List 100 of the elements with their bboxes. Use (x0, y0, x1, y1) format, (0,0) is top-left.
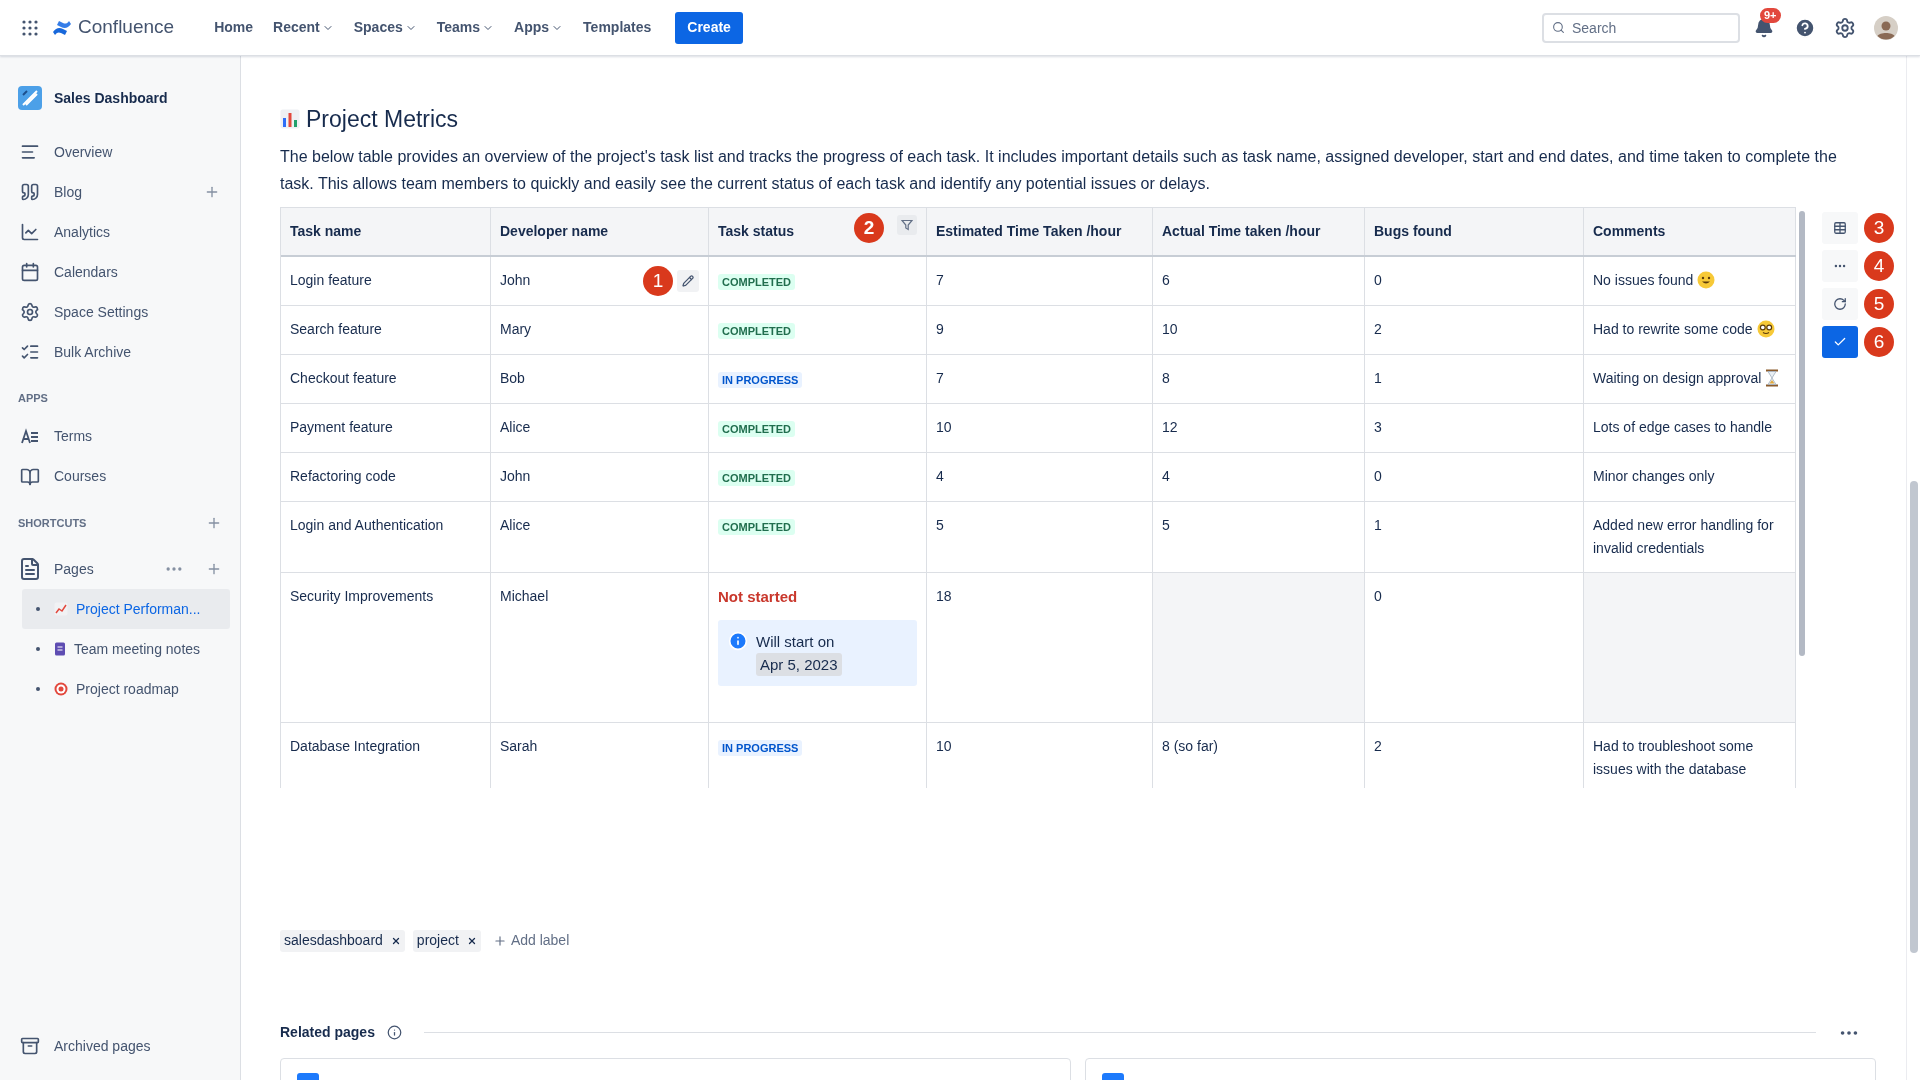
section-heading: SHORTCUTS (18, 515, 87, 531)
sidebar-item[interactable]: Overview (18, 132, 222, 172)
table-cell-text: Waiting on design approval (1593, 368, 1762, 388)
table-cell-text: 4 (1162, 466, 1170, 486)
info-icon (728, 630, 748, 651)
column-header: Estimated Time Taken /hour (927, 207, 1153, 255)
label-tag[interactable]: salesdashboard (280, 929, 405, 952)
table-cell-text: 7 (936, 270, 944, 290)
sidebar-item[interactable]: Analytics (18, 212, 222, 252)
page-tree-item[interactable]: Team meeting notes (22, 629, 230, 669)
table-cell-text: 10 (936, 736, 952, 756)
calendar-icon (20, 262, 40, 282)
table-cell-text: Login feature (290, 270, 372, 290)
filter-icon (901, 218, 913, 231)
table-icon (1833, 220, 1847, 235)
table-cell-text: Alice (500, 515, 531, 535)
nav-menu-item[interactable]: Spaces (343, 11, 427, 44)
table-cell-text: 6 (1162, 270, 1170, 290)
nav-menu-item[interactable]: Home (204, 11, 264, 44)
section-heading: APPS (18, 391, 49, 406)
table-cell-text: Login and Authentication (290, 515, 444, 535)
add-label-button[interactable]: Add label (492, 930, 570, 951)
scrollbar[interactable] (1799, 210, 1805, 656)
table-cell-text: Refactoring code (290, 466, 396, 486)
sidebar-item[interactable]: Courses (18, 456, 222, 497)
product-name[interactable]: Confluence (78, 13, 175, 42)
annotation-badge: 1 (643, 265, 673, 296)
page-tree-item[interactable]: Project roadmap (22, 669, 230, 709)
toolbar-button[interactable] (1822, 211, 1858, 244)
hourglass-icon (1765, 368, 1780, 387)
intro-paragraph: The below table provides an overview of the project's task list and tracks the progress of each task. It includes important details such as task name, assigned developer, start and end dates, and time taken to complete the task. This allows team members to quickly and easily see the current status of each task and identify any potential issues or delays. (280, 146, 1838, 194)
page-icon (297, 1072, 319, 1080)
table-cell-text: Minor changes only (1593, 466, 1715, 486)
search-icon (1552, 20, 1565, 34)
remove-icon[interactable] (466, 935, 477, 946)
table-cell-text: 10 (1162, 319, 1178, 339)
sidebar-item[interactable]: Blog (18, 172, 222, 212)
table-cell-text: 5 (1162, 515, 1170, 535)
edit-button[interactable] (677, 269, 699, 292)
pencil-icon (682, 274, 694, 287)
page-tree-item[interactable]: Project Performan... (22, 589, 230, 629)
filter-button[interactable] (897, 214, 917, 235)
nav-menu-item[interactable]: Recent (263, 11, 344, 44)
status-lozenge: COMPLETED (718, 420, 796, 437)
table-cell-text: 3 (1374, 417, 1382, 437)
column-header: Actual Time taken /hour (1153, 207, 1365, 255)
sidebar-item[interactable]: Calendars (18, 252, 222, 292)
table-cell-text: John (500, 466, 531, 486)
table-cell-text: 2 (1374, 319, 1382, 339)
nav-menu-item[interactable]: Templates (573, 11, 662, 44)
lines-icon (20, 142, 40, 162)
remove-icon[interactable] (390, 935, 401, 946)
table-cell-text: Search feature (290, 319, 382, 339)
scrollbar[interactable] (1909, 481, 1918, 953)
chart-icon (54, 602, 68, 616)
app-switcher-icon[interactable] (22, 19, 38, 36)
date-chip[interactable]: Apr 5, 2023 (756, 652, 842, 676)
create-button[interactable]: Create (675, 11, 743, 44)
status-lozenge: COMPLETED (718, 322, 796, 339)
sidebar-item[interactable]: Terms (18, 416, 222, 457)
table-cell-text: Added new error handling for invalid credentials (1593, 515, 1775, 558)
table-cell-text: Checkout feature (290, 368, 397, 388)
sidebar-item[interactable]: Bulk Archive (18, 332, 222, 372)
info-text: Will start on (756, 632, 835, 650)
table-cell-text: No issues found (1593, 270, 1694, 290)
document-icon (54, 642, 66, 656)
column-header: Task name (281, 207, 491, 255)
sidebar-item[interactable]: Space Settings (18, 292, 222, 332)
notification-badge: 9+ (1760, 7, 1781, 23)
page-icon (1102, 1072, 1124, 1080)
table-cell-text: 2 (1374, 736, 1382, 756)
column-header: Bugs found (1365, 207, 1584, 255)
search-field[interactable]: Search (1542, 12, 1740, 43)
sidebar-item[interactable]: Archived pages (18, 1026, 222, 1066)
table-cell-text: 12 (1162, 417, 1178, 437)
table-cell-text: 0 (1374, 466, 1382, 486)
bullet-icon (36, 647, 40, 651)
related-pages-title: Related pages (280, 1023, 375, 1042)
archive-icon (20, 1036, 40, 1056)
space-name[interactable]: Sales Dashboard (54, 87, 168, 109)
table-cell-text: Payment feature (290, 417, 393, 437)
nav-menu-item[interactable]: Teams (426, 11, 505, 44)
table-cell-text: 1 (1374, 515, 1382, 535)
toolbar-button[interactable] (1822, 325, 1858, 358)
logo-icon (52, 18, 72, 37)
checklist-icon (20, 342, 40, 362)
refresh-icon (1833, 296, 1847, 311)
pages-label[interactable]: Pages (54, 558, 152, 580)
table-cell-text: 0 (1374, 270, 1382, 290)
help-icon[interactable] (1794, 16, 1816, 39)
nav-menu-item[interactable]: Apps (504, 11, 574, 44)
info-icon[interactable] (386, 1025, 402, 1040)
settings-icon (20, 302, 40, 322)
toolbar-button[interactable] (1822, 287, 1858, 320)
settings-icon[interactable] (1834, 16, 1856, 39)
table-cell-text: 8 (so far) (1162, 736, 1218, 756)
bullet-icon (36, 607, 40, 611)
table-cell-text: 4 (936, 466, 944, 486)
avatar[interactable] (1874, 15, 1898, 40)
label-tag[interactable]: project (412, 929, 481, 952)
